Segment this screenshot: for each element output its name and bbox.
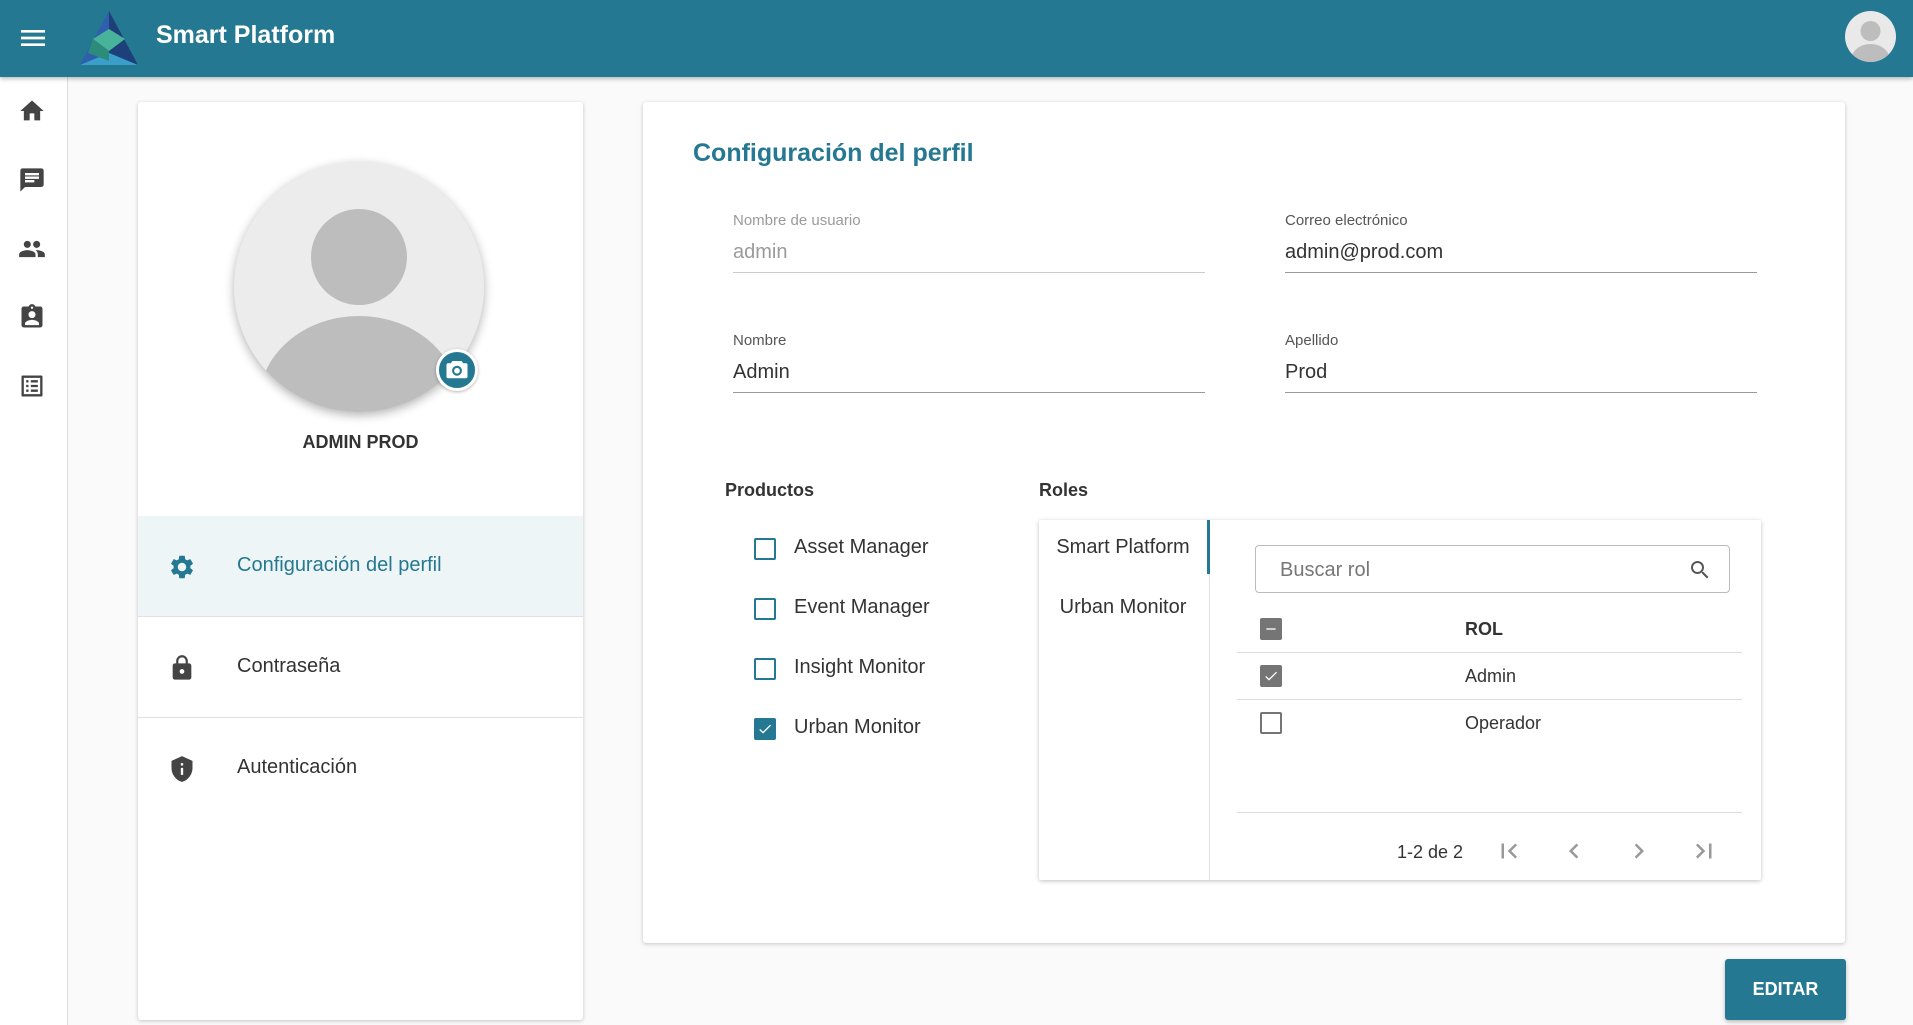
profile-card: ADMIN PROD Configuración del perfil Cont… bbox=[138, 102, 583, 1020]
app-title: Smart Platform bbox=[156, 21, 336, 49]
column-header-role: ROL bbox=[1465, 619, 1503, 639]
chat-icon[interactable] bbox=[18, 166, 46, 194]
checkbox-checked[interactable] bbox=[754, 718, 776, 740]
table-footer-divider bbox=[1237, 812, 1742, 813]
contact-clipboard-icon[interactable] bbox=[18, 303, 46, 331]
tab-urban-monitor[interactable]: Urban Monitor bbox=[1039, 580, 1207, 634]
roles-panel: Smart Platform Urban Monitor ROL Admin bbox=[1039, 520, 1761, 880]
nav-label: Contraseña bbox=[237, 655, 341, 677]
check-icon bbox=[759, 724, 771, 734]
row-checkbox-checked[interactable] bbox=[1260, 665, 1282, 687]
roles-title: Roles bbox=[1039, 480, 1089, 500]
last-name-field: Apellido bbox=[1285, 332, 1757, 402]
checkbox-label: Asset Manager bbox=[794, 536, 929, 558]
list-icon[interactable] bbox=[18, 372, 46, 400]
last-name-input[interactable] bbox=[1285, 352, 1757, 393]
checkbox-label: Event Manager bbox=[794, 596, 930, 618]
checkbox-label: Urban Monitor bbox=[794, 716, 921, 738]
username-input bbox=[733, 232, 1205, 273]
platform-logo bbox=[76, 9, 142, 67]
search-icon[interactable] bbox=[1688, 558, 1712, 582]
check-icon bbox=[1265, 671, 1277, 681]
checkbox-label: Insight Monitor bbox=[794, 656, 926, 678]
nav-label: Configuración del perfil bbox=[237, 554, 442, 576]
nav-item-password[interactable]: Contraseña bbox=[138, 617, 583, 717]
prev-page-icon[interactable] bbox=[1559, 836, 1589, 866]
select-all-checkbox[interactable] bbox=[1260, 618, 1282, 640]
field-label: Correo electrónico bbox=[1285, 212, 1408, 229]
nav-label: Autenticación bbox=[237, 756, 358, 778]
tab-smart-platform[interactable]: Smart Platform bbox=[1039, 520, 1210, 574]
section-title: Configuración del perfil bbox=[693, 139, 974, 167]
role-search-box bbox=[1255, 545, 1730, 593]
field-label: Apellido bbox=[1285, 332, 1339, 349]
last-page-icon[interactable] bbox=[1689, 836, 1719, 866]
product-asset-manager[interactable]: Asset Manager bbox=[754, 536, 974, 566]
product-insight-monitor[interactable]: Insight Monitor bbox=[754, 656, 974, 686]
first-page-icon[interactable] bbox=[1494, 836, 1524, 866]
field-label: Nombre de usuario bbox=[733, 212, 861, 229]
table-row[interactable]: Operador bbox=[1237, 700, 1742, 746]
user-avatar[interactable] bbox=[1845, 11, 1896, 62]
roles-table-header: ROL bbox=[1237, 606, 1742, 653]
table-row[interactable]: Admin bbox=[1237, 653, 1742, 700]
next-page-icon[interactable] bbox=[1624, 836, 1654, 866]
top-app-bar: Smart Platform bbox=[0, 0, 1913, 77]
role-search-input[interactable] bbox=[1278, 556, 1682, 584]
nav-item-authentication[interactable]: Autenticación bbox=[138, 718, 583, 818]
products-title: Productos bbox=[725, 480, 815, 500]
row-checkbox[interactable] bbox=[1260, 712, 1282, 734]
gear-icon bbox=[168, 553, 196, 581]
tab-label: Urban Monitor bbox=[1059, 596, 1187, 618]
minus-icon bbox=[1266, 628, 1276, 630]
profile-name: ADMIN PROD bbox=[302, 432, 419, 452]
tab-label: Smart Platform bbox=[1056, 536, 1190, 558]
hamburger-menu-icon[interactable] bbox=[17, 22, 49, 54]
nav-item-profile-settings[interactable]: Configuración del perfil bbox=[138, 516, 583, 616]
camera-icon[interactable] bbox=[436, 349, 478, 391]
edit-button[interactable]: EDITAR bbox=[1725, 959, 1846, 1020]
product-urban-monitor[interactable]: Urban Monitor bbox=[754, 716, 974, 746]
email-input[interactable] bbox=[1285, 232, 1757, 273]
field-label: Nombre bbox=[733, 332, 787, 349]
username-field: Nombre de usuario bbox=[733, 212, 1205, 282]
role-cell: Admin bbox=[1465, 666, 1517, 686]
roles-tabs: Smart Platform Urban Monitor bbox=[1039, 520, 1210, 880]
sidebar bbox=[0, 77, 68, 1025]
checkbox[interactable] bbox=[754, 598, 776, 620]
checkbox[interactable] bbox=[754, 658, 776, 680]
role-cell: Operador bbox=[1465, 713, 1542, 733]
home-icon[interactable] bbox=[18, 97, 46, 125]
product-event-manager[interactable]: Event Manager bbox=[754, 596, 974, 626]
email-field: Correo electrónico bbox=[1285, 212, 1757, 282]
profile-settings-card: Configuración del perfil Nombre de usuar… bbox=[643, 102, 1845, 943]
people-icon[interactable] bbox=[18, 235, 46, 263]
lock-icon bbox=[168, 654, 196, 682]
pagination-range: 1-2 de 2 bbox=[1397, 842, 1464, 862]
shield-icon bbox=[168, 755, 196, 783]
first-name-field: Nombre bbox=[733, 332, 1205, 402]
checkbox[interactable] bbox=[754, 538, 776, 560]
first-name-input[interactable] bbox=[733, 352, 1205, 393]
